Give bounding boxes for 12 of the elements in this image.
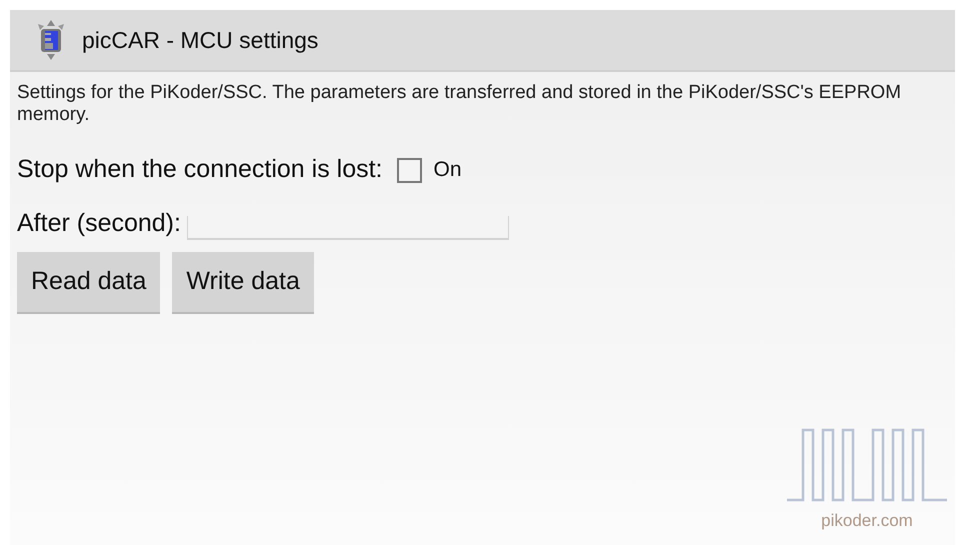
input-field[interactable] xyxy=(186,216,509,240)
after-label: After (second): xyxy=(17,208,181,238)
app-icon xyxy=(36,20,66,60)
stop-label: Stop when the connection is lost: xyxy=(17,154,383,186)
action-button[interactable]: Read data xyxy=(17,252,160,314)
pulse-logo-icon xyxy=(787,428,947,502)
window-title: picCAR - MCU settings xyxy=(82,26,318,55)
checkbox-label[interactable]: On xyxy=(434,154,462,186)
action-button[interactable]: Write data xyxy=(172,252,314,314)
checkbox[interactable] xyxy=(396,158,422,182)
description-text: Settings for the PiKoder/SSC. The parameters are transferred and stored in the PiKoder/SSC's EEPROM memory. xyxy=(17,82,902,126)
logo-text: pikoder.com xyxy=(821,510,913,532)
